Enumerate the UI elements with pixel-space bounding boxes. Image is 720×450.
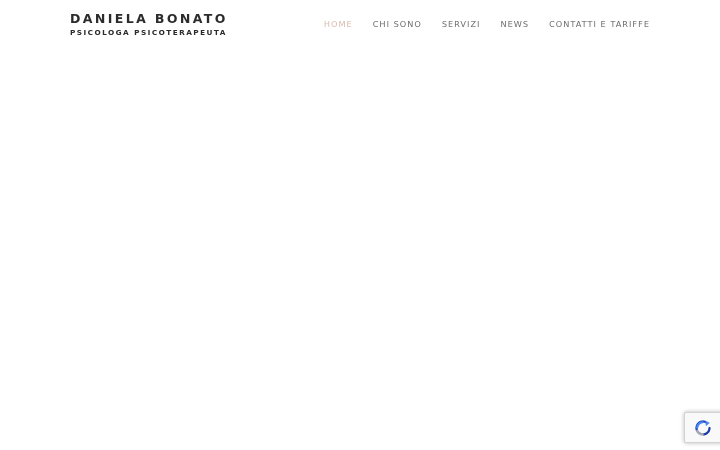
nav-item-contatti-e-tariffe[interactable]: CONTATTI E TARIFFE <box>549 19 650 30</box>
nav-item-servizi[interactable]: SERVIZI <box>442 19 481 30</box>
recaptcha-icon <box>695 420 711 436</box>
logo-tagline: PSICOLOGA PSICOTERAPEUTA <box>70 28 227 37</box>
logo-name: DANIELA BONATO <box>70 11 228 26</box>
nav-item-news[interactable]: NEWS <box>500 19 529 30</box>
recaptcha-badge[interactable] <box>684 412 720 443</box>
site-header: DANIELA BONATO PSICOLOGA PSICOTERAPEUTA … <box>0 0 720 50</box>
nav-item-chi-sono[interactable]: CHI SONO <box>373 19 422 30</box>
main-navigation: HOME CHI SONO SERVIZI NEWS CONTATTI E TA… <box>324 19 650 30</box>
nav-item-home[interactable]: HOME <box>324 19 353 30</box>
site-logo[interactable]: DANIELA BONATO PSICOLOGA PSICOTERAPEUTA <box>70 11 228 38</box>
page: DANIELA BONATO PSICOLOGA PSICOTERAPEUTA … <box>0 0 720 450</box>
